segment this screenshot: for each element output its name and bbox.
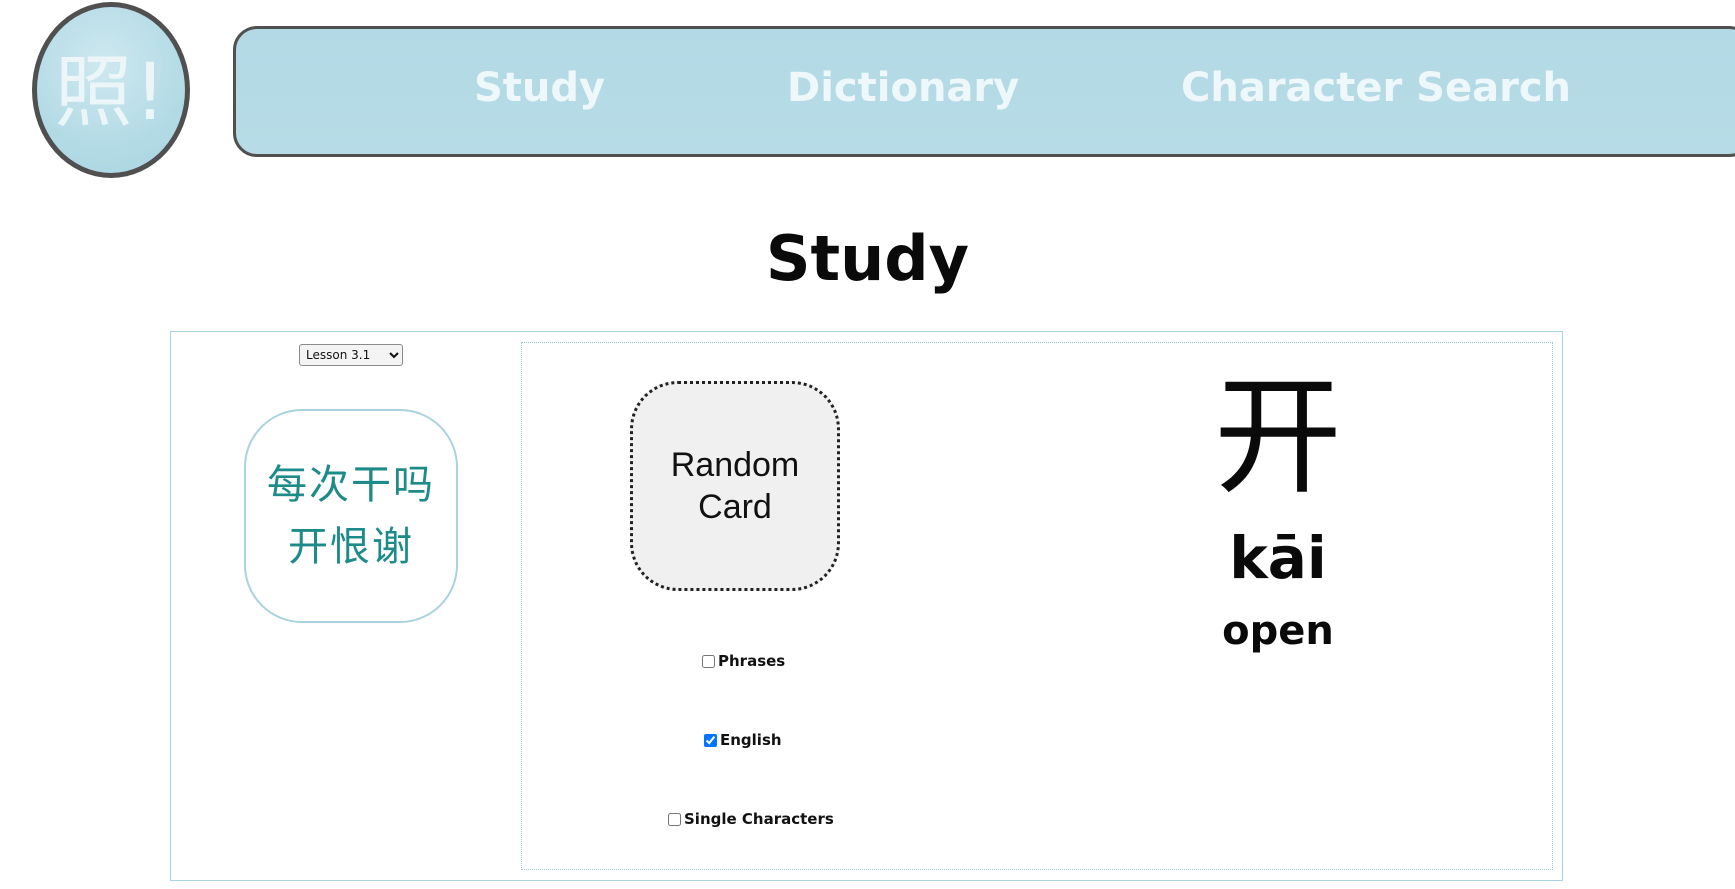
study-panel: Lesson 3.1 每次干吗开恨谢 Random Card Phrases E… bbox=[170, 331, 1563, 881]
answer-pinyin: kāi bbox=[1229, 524, 1327, 592]
phrases-label: Phrases bbox=[718, 652, 786, 670]
random-card-button[interactable]: Random Card bbox=[630, 381, 840, 591]
page-title: Study bbox=[765, 222, 970, 295]
lesson-select[interactable]: Lesson 3.1 bbox=[299, 344, 403, 366]
single-characters-checkbox[interactable] bbox=[668, 812, 681, 826]
nav-item-dictionary[interactable]: Dictionary bbox=[787, 65, 1019, 111]
single-characters-option[interactable]: Single Characters bbox=[668, 810, 834, 828]
logo[interactable]: 照! bbox=[32, 2, 190, 178]
page: 照! Study Dictionary Character Search Stu… bbox=[0, 0, 1735, 889]
answer-english: open bbox=[1222, 608, 1334, 654]
phrases-option[interactable]: Phrases bbox=[702, 652, 785, 670]
english-option[interactable]: English bbox=[704, 731, 782, 749]
nav-item-character-search[interactable]: Character Search bbox=[1181, 65, 1571, 111]
card-area: Random Card Phrases English Single Chara… bbox=[521, 342, 1553, 870]
nav-item-study[interactable]: Study bbox=[474, 65, 605, 111]
character-list-bubble: 每次干吗开恨谢 bbox=[244, 409, 458, 623]
nav-bar: Study Dictionary Character Search bbox=[233, 26, 1735, 157]
english-label: English bbox=[720, 731, 782, 749]
zhao-logo-icon: 照! bbox=[54, 48, 168, 138]
character-list: 每次干吗开恨谢 bbox=[267, 462, 435, 570]
english-checkbox[interactable] bbox=[704, 733, 717, 747]
single-characters-label: Single Characters bbox=[684, 810, 834, 828]
answer-character: 开 bbox=[1213, 363, 1342, 512]
phrases-checkbox[interactable] bbox=[702, 654, 715, 668]
